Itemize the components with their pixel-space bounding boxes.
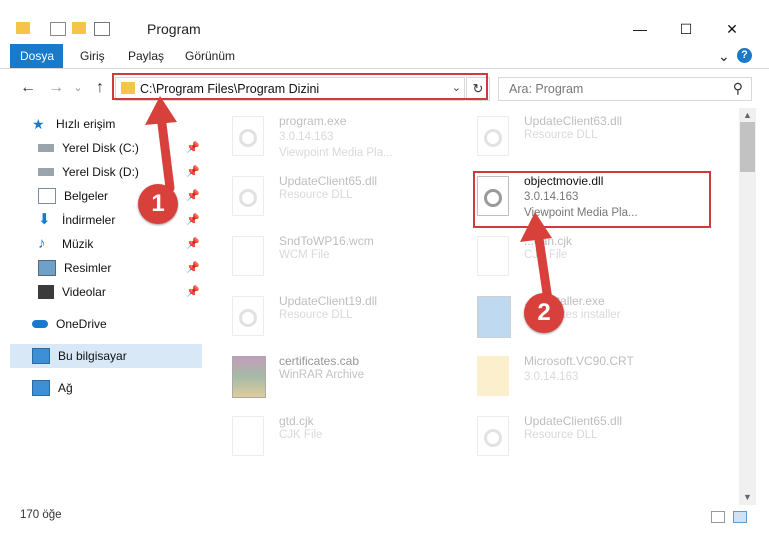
annotation-arrows (145, 96, 553, 305)
step-2-badge: 2 (524, 293, 564, 333)
arrowhead-step-1 (145, 96, 177, 125)
large-icons-view-icon[interactable] (733, 511, 747, 523)
status-bar: 170 öğe (0, 505, 769, 536)
arrowhead-step-2 (520, 212, 552, 242)
details-view-icon[interactable] (711, 511, 725, 523)
step-1-badge: 1 (138, 184, 178, 224)
item-count: 170 öğe (20, 509, 62, 521)
